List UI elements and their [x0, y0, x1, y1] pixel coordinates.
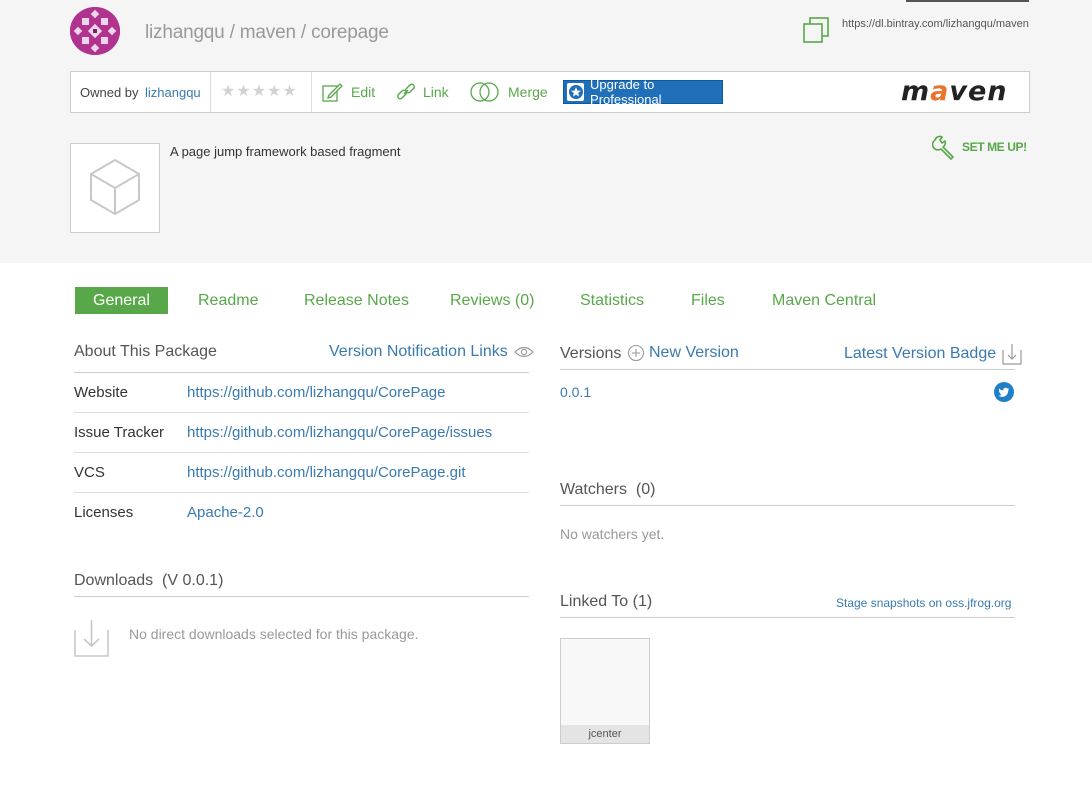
avatar-pattern-icon	[70, 7, 120, 55]
logo-text-accent: a	[930, 76, 950, 107]
section-divider	[560, 617, 1015, 618]
avatar[interactable]	[70, 7, 120, 55]
upgrade-label: Upgrade to Professional	[590, 77, 662, 107]
new-version-label: New Version	[649, 344, 739, 361]
star-icon[interactable]: ★	[267, 83, 281, 101]
toolbar-divider	[311, 72, 312, 112]
set-me-up-label: SET ME UP!	[962, 140, 1027, 154]
star-icon[interactable]: ★	[221, 83, 235, 101]
pro-star-icon	[567, 83, 585, 101]
stage-snapshots-link[interactable]: Stage snapshots on oss.jfrog.org	[836, 596, 1011, 610]
breadcrumb-owner[interactable]: lizhangqu	[145, 22, 225, 43]
eye-icon	[513, 346, 534, 358]
breadcrumb: lizhangqu / maven / corepage	[145, 22, 389, 44]
issue-tracker-link[interactable]: https://github.com/lizhangqu/CorePage/is…	[187, 424, 492, 441]
merge-label: Merge	[508, 84, 548, 100]
link-button[interactable]: Link	[395, 80, 449, 104]
notification-links-label: Version Notification Links	[329, 343, 508, 360]
edit-icon	[322, 83, 343, 102]
watchers-title: Watchers (0)	[560, 481, 655, 499]
download-icon	[74, 618, 110, 663]
logo-text: m	[901, 76, 931, 107]
star-icon[interactable]: ★	[236, 83, 250, 101]
user-menu-edge	[906, 0, 1029, 2]
downloads-title: Downloads (V 0.0.1)	[74, 572, 223, 590]
toolbar-divider	[210, 72, 211, 112]
section-divider	[560, 369, 1015, 370]
package-image	[70, 143, 160, 233]
merge-button[interactable]: Merge	[468, 80, 548, 104]
owned-by-label: Owned by	[80, 85, 139, 100]
rating-stars[interactable]: ★ ★ ★ ★ ★	[221, 83, 297, 101]
latest-badge-label: Latest Version Badge	[844, 345, 997, 362]
latest-version-badge[interactable]: Latest Version Badge	[844, 343, 1022, 365]
info-key: VCS	[74, 464, 105, 481]
breadcrumb-package[interactable]: corepage	[311, 22, 389, 43]
tab-files[interactable]: Files	[691, 287, 725, 314]
plus-circle-icon	[627, 344, 645, 362]
star-icon[interactable]: ★	[282, 83, 296, 101]
new-version-button[interactable]: New Version	[627, 344, 739, 362]
logo-text: ven	[949, 76, 1008, 107]
tab-maven-central[interactable]: Maven Central	[772, 287, 876, 314]
license-link[interactable]: Apache-2.0	[187, 504, 264, 521]
about-title: About This Package	[74, 343, 217, 360]
version-notification-links[interactable]: Version Notification Links	[329, 343, 534, 361]
breadcrumb-repo[interactable]: maven	[240, 22, 296, 43]
linked-repo-label: jcenter	[561, 725, 649, 743]
no-downloads-text: No direct downloads selected for this pa…	[129, 626, 419, 642]
info-row-issue-tracker: Issue Tracker https://github.com/lizhang…	[74, 413, 529, 453]
info-row-vcs: VCS https://github.com/lizhangqu/CorePag…	[74, 453, 529, 493]
watchers-count: (0)	[635, 481, 656, 498]
tab-general[interactable]: General	[75, 287, 168, 314]
linked-to-title: Linked To (1)	[560, 593, 653, 610]
watchers-title-text: Watchers	[560, 481, 627, 498]
breadcrumb-separator: /	[295, 22, 312, 43]
twitter-icon[interactable]	[994, 382, 1014, 407]
owner-link[interactable]: lizhangqu	[145, 85, 201, 100]
info-row-website: Website https://github.com/lizhangqu/Cor…	[74, 373, 529, 413]
info-key: Issue Tracker	[74, 424, 165, 441]
info-row-licenses: Licenses Apache-2.0	[74, 493, 529, 533]
tab-readme[interactable]: Readme	[198, 287, 258, 314]
edit-label: Edit	[351, 84, 376, 100]
tab-release-notes[interactable]: Release Notes	[304, 287, 409, 314]
package-toolbar: Owned by lizhangqu ★ ★ ★ ★ ★ Edit Link M…	[70, 71, 1030, 113]
linked-repo-card[interactable]: jcenter	[560, 638, 650, 744]
tab-reviews[interactable]: Reviews (0)	[450, 287, 534, 314]
version-link[interactable]: 0.0.1	[560, 384, 591, 400]
section-divider	[74, 596, 529, 597]
breadcrumb-separator: /	[224, 22, 240, 43]
section-divider	[560, 505, 1015, 506]
downloads-version: (V 0.0.1)	[162, 572, 224, 589]
link-icon	[397, 83, 415, 100]
link-label: Link	[423, 84, 449, 100]
set-me-up-button[interactable]: SET ME UP!	[932, 134, 1027, 160]
info-key: Website	[74, 384, 128, 401]
package-box-icon	[90, 159, 140, 215]
copy-icon[interactable]	[802, 16, 830, 44]
website-link[interactable]: https://github.com/lizhangqu/CorePage	[187, 384, 446, 401]
star-icon[interactable]: ★	[252, 83, 266, 101]
edit-button[interactable]: Edit	[321, 80, 375, 104]
tab-statistics[interactable]: Statistics	[580, 287, 644, 314]
versions-title: Versions	[560, 345, 622, 362]
download-badge-icon	[1002, 344, 1022, 365]
vcs-link[interactable]: https://github.com/lizhangqu/CorePage.gi…	[187, 464, 466, 481]
upgrade-button[interactable]: Upgrade to Professional	[563, 77, 723, 107]
package-description: A page jump framework based fragment	[170, 144, 401, 159]
info-key: Licenses	[74, 504, 134, 521]
wrench-icon	[932, 135, 954, 160]
no-watchers-text: No watchers yet.	[560, 526, 665, 542]
repo-url[interactable]: https://dl.bintray.com/lizhangqu/maven	[842, 18, 1029, 30]
maven-logo: maven	[901, 76, 1008, 107]
downloads-title-text: Downloads	[74, 572, 154, 589]
merge-icon	[470, 82, 499, 102]
